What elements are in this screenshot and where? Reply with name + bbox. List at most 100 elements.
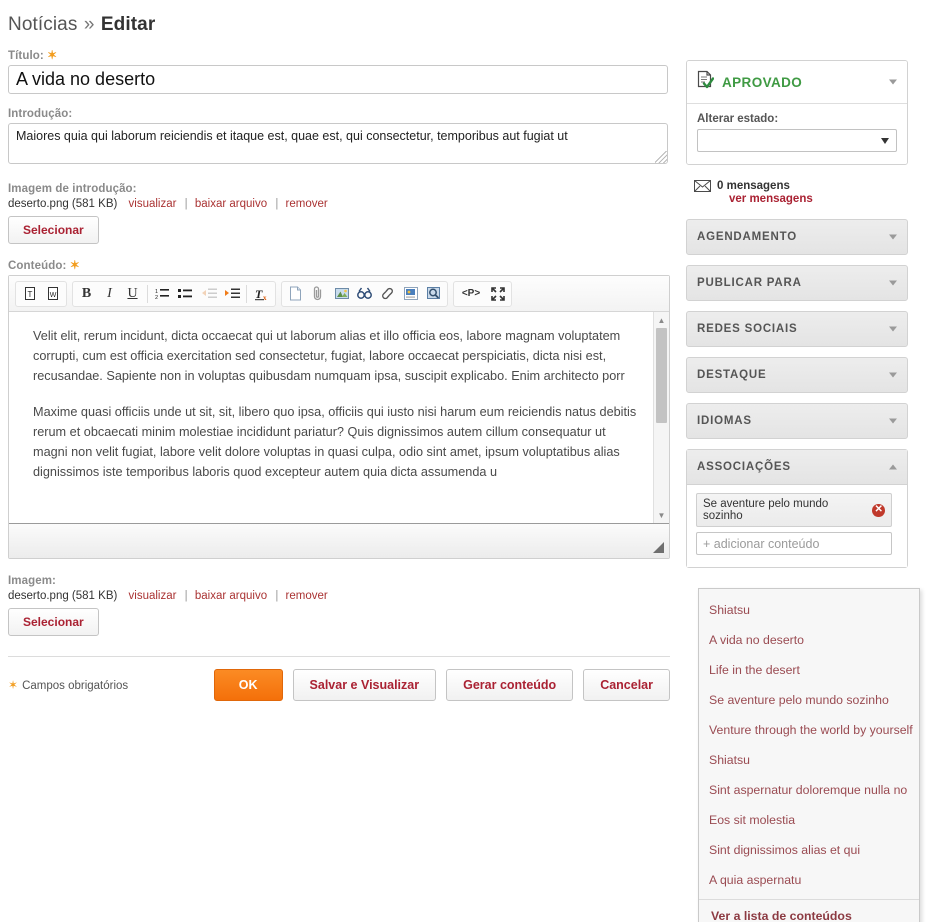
chevron-down-icon[interactable] — [889, 280, 897, 286]
insert-media-icon[interactable] — [399, 283, 422, 305]
dropdown-item[interactable]: Eos sit molestia — [699, 805, 919, 835]
intro-image-file-name: deserto.png (581 KB) — [8, 198, 118, 210]
panel-title: ASSOCIAÇÕES — [697, 461, 791, 473]
dropdown-item[interactable]: Venture through the world by yourself — [699, 715, 919, 745]
image-label: Imagem: — [8, 575, 56, 587]
dropdown-item[interactable]: Shiatsu — [699, 745, 919, 775]
image-remove-link[interactable]: remover — [286, 590, 328, 602]
editor-scrollbar[interactable]: ▲ ▼ — [653, 312, 669, 523]
remove-tag-icon[interactable]: ✕ — [872, 503, 885, 517]
required-fields-note: ✶ Campos obrigatórios — [8, 678, 128, 692]
intro-image-download-link[interactable]: baixar arquivo — [195, 198, 267, 210]
toolbar-divider — [147, 284, 148, 303]
required-star-icon: ✶ — [69, 258, 80, 272]
intro-resize-handle[interactable] — [655, 151, 667, 163]
editor-content-area[interactable]: Velit elit, rerum incidunt, dicta occaec… — [9, 312, 669, 524]
attachment-icon[interactable] — [307, 283, 330, 305]
insert-image-icon[interactable] — [330, 283, 353, 305]
edit-form: Título: ✶ Introdução: Maiores quia qui l… — [8, 48, 670, 701]
bulleted-list-icon[interactable] — [174, 283, 197, 305]
ok-button[interactable]: OK — [213, 669, 283, 701]
numbered-list-icon[interactable]: 12 — [151, 283, 174, 305]
indent-icon[interactable] — [220, 283, 243, 305]
content-suggestions-dropdown: Shiatsu A vida no deserto Life in the de… — [698, 588, 920, 922]
breadcrumb-current: Editar — [100, 14, 156, 35]
content-field-block: Conteúdo: ✶ T W B I U 1 2 T x <P> Velit … — [8, 258, 670, 559]
editor-resize-handle[interactable] — [653, 542, 664, 553]
chevron-up-icon[interactable] — [889, 464, 897, 470]
dropdown-item[interactable]: Sint dignissimos alias et qui — [699, 835, 919, 865]
image-download-link[interactable]: baixar arquivo — [195, 590, 267, 602]
svg-text:W: W — [49, 292, 56, 299]
sidebar-panel-destaque[interactable]: DESTAQUE — [686, 357, 908, 393]
title-input[interactable] — [8, 65, 668, 94]
intro-image-label: Imagem de introdução: — [8, 183, 137, 195]
messages-block: 0 mensagens ver mensagens — [694, 179, 910, 205]
view-content-list-link[interactable]: Ver a lista de conteúdos — [699, 899, 919, 922]
chevron-down-icon[interactable] — [889, 372, 897, 378]
panel-title: IDIOMAS — [697, 415, 752, 427]
required-star-icon: ✶ — [47, 48, 58, 62]
cancel-button[interactable]: Cancelar — [583, 669, 670, 701]
dropdown-item[interactable]: Se aventure pelo mundo sozinho — [699, 685, 919, 715]
chevron-down-icon — [881, 137, 889, 144]
view-messages-link[interactable]: ver mensagens — [729, 193, 813, 205]
scroll-up-arrow-icon[interactable]: ▲ — [654, 313, 669, 327]
new-page-icon[interactable] — [284, 283, 307, 305]
paste-text-icon[interactable]: T — [18, 283, 41, 305]
sidebar-panel-idiomas[interactable]: IDIOMAS — [686, 403, 908, 439]
insert-link-icon[interactable] — [376, 283, 399, 305]
panel-header-associacoes[interactable]: ASSOCIAÇÕES — [687, 450, 907, 485]
source-code-icon[interactable]: <P> — [456, 283, 486, 305]
intro-textarea[interactable]: Maiores quia qui laborum reiciendis et i… — [8, 123, 668, 164]
scroll-down-arrow-icon[interactable]: ▼ — [654, 508, 669, 522]
paste-word-icon[interactable]: W — [41, 283, 64, 305]
underline-icon[interactable]: U — [121, 283, 144, 305]
status-card: APROVADO Alterar estado: — [686, 60, 908, 165]
sidebar-panel-publicar-para[interactable]: PUBLICAR PARA — [686, 265, 908, 301]
intro-image-remove-link[interactable]: remover — [286, 198, 328, 210]
add-content-input[interactable] — [696, 532, 892, 555]
chevron-down-icon[interactable] — [889, 418, 897, 424]
required-fields-text: Campos obrigatórios — [22, 680, 129, 692]
messages-texts: 0 mensagens ver mensagens — [717, 179, 813, 205]
image-view-link[interactable]: visualizar — [129, 590, 177, 602]
breadcrumb-root[interactable]: Notícias — [8, 14, 77, 35]
associations-body: Se aventure pelo mundo sozinho ✕ — [687, 485, 907, 567]
dropdown-item[interactable]: Shiatsu — [699, 595, 919, 625]
image-select-button[interactable]: Selecionar — [8, 608, 99, 636]
preview-icon[interactable] — [422, 283, 445, 305]
sidebar-panel-redes-sociais[interactable]: REDES SOCIAIS — [686, 311, 908, 347]
editor-scrollbar-thumb[interactable] — [656, 328, 667, 423]
alter-state-select[interactable] — [697, 129, 897, 152]
chevron-down-icon[interactable] — [889, 234, 897, 240]
sidebar-panel-agendamento[interactable]: AGENDAMENTO — [686, 219, 908, 255]
required-star-icon: ✶ — [8, 678, 19, 692]
intro-image-view-link[interactable]: visualizar — [129, 198, 177, 210]
sidebar-panel-associacoes: ASSOCIAÇÕES Se aventure pelo mundo sozin… — [686, 449, 908, 568]
status-card-header[interactable]: APROVADO — [687, 61, 907, 104]
outdent-icon[interactable] — [197, 283, 220, 305]
status-badge: APROVADO — [722, 74, 803, 90]
intro-image-select-button[interactable]: Selecionar — [8, 216, 99, 244]
find-replace-icon[interactable] — [353, 283, 376, 305]
editor-paragraph: Velit elit, rerum incidunt, dicta occaec… — [33, 329, 625, 383]
maximize-icon[interactable] — [486, 283, 509, 305]
dropdown-item[interactable]: A quia aspernatu — [699, 865, 919, 895]
generate-content-button[interactable]: Gerar conteúdo — [446, 669, 574, 701]
save-and-preview-button[interactable]: Salvar e Visualizar — [292, 669, 437, 701]
italic-icon[interactable]: I — [98, 283, 121, 305]
title-field-block: Título: ✶ — [8, 48, 670, 94]
dropdown-item[interactable]: Sint aspernatur doloremque nulla no — [699, 775, 919, 805]
chevron-down-icon[interactable] — [889, 79, 897, 85]
editor-text[interactable]: Velit elit, rerum incidunt, dicta occaec… — [9, 312, 669, 508]
panel-title: DESTAQUE — [697, 369, 767, 381]
bold-icon[interactable]: B — [75, 283, 98, 305]
dropdown-item[interactable]: Life in the desert — [699, 655, 919, 685]
toolbar-divider — [246, 284, 247, 303]
dropdown-item[interactable]: A vida no deserto — [699, 625, 919, 655]
chevron-down-icon[interactable] — [889, 326, 897, 332]
editor-paragraph: Maxime quasi officiis unde ut sit, sit, … — [33, 405, 637, 479]
edit-news-page: Notícias » Editar Título: ✶ Introdução: … — [0, 0, 940, 922]
remove-format-icon[interactable]: Tx — [250, 283, 273, 305]
